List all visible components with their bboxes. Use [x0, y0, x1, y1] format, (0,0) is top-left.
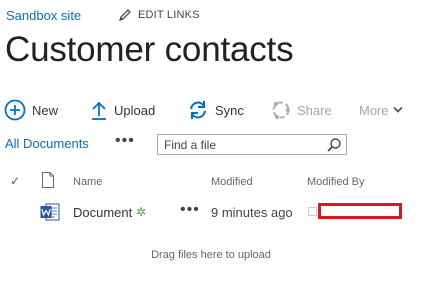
pencil-icon	[119, 9, 131, 21]
new-button[interactable]: New	[4, 98, 58, 122]
modified-time: 9 minutes ago	[211, 205, 293, 220]
view-bar: All Documents •••	[5, 132, 417, 155]
edit-links-label: EDIT LINKS	[138, 9, 200, 21]
item-options-ellipsis[interactable]: •••	[180, 201, 200, 219]
document-type-icon	[41, 172, 55, 191]
modified-by-redacted	[318, 203, 402, 219]
sync-icon	[187, 99, 209, 121]
sync-button[interactable]: Sync	[187, 98, 244, 122]
document-name-link[interactable]: Document	[73, 205, 132, 220]
site-name-link[interactable]: Sandbox site	[6, 8, 81, 23]
search-input[interactable]	[158, 135, 318, 154]
search-box	[157, 134, 347, 155]
edit-links-button[interactable]: EDIT LINKS	[118, 6, 200, 24]
view-options-ellipsis[interactable]: •••	[115, 132, 135, 150]
presence-indicator	[308, 207, 317, 216]
word-document-icon	[40, 203, 60, 224]
top-bar: Sandbox site	[6, 6, 81, 24]
more-button[interactable]: More	[359, 98, 403, 122]
share-icon	[270, 99, 292, 121]
view-all-documents[interactable]: All Documents	[5, 136, 89, 151]
share-button[interactable]: Share	[270, 98, 332, 122]
upload-arrow-icon	[90, 99, 108, 121]
share-label: Share	[297, 102, 332, 118]
sync-label: Sync	[215, 102, 244, 118]
chevron-down-icon	[392, 106, 403, 114]
column-header-modified[interactable]: Modified	[211, 176, 253, 188]
drag-files-hint: Drag files here to upload	[151, 249, 271, 261]
upload-label: Upload	[114, 102, 156, 118]
new-item-icon: ✲	[136, 205, 147, 219]
select-all-checkmark[interactable]: ✓	[10, 174, 20, 188]
list-header-row: ✓ Name Modified Modified By	[0, 172, 422, 192]
page-title: Customer contacts	[5, 30, 294, 69]
column-header-modified-by[interactable]: Modified By	[307, 176, 364, 188]
column-header-name[interactable]: Name	[73, 176, 102, 188]
add-circle-icon	[4, 99, 26, 121]
search-icon[interactable]	[326, 137, 342, 153]
upload-button[interactable]: Upload	[90, 98, 155, 122]
more-label: More	[359, 102, 389, 118]
table-row[interactable]: Document ✲ ••• 9 minutes ago	[0, 200, 422, 224]
new-label: New	[32, 102, 59, 118]
